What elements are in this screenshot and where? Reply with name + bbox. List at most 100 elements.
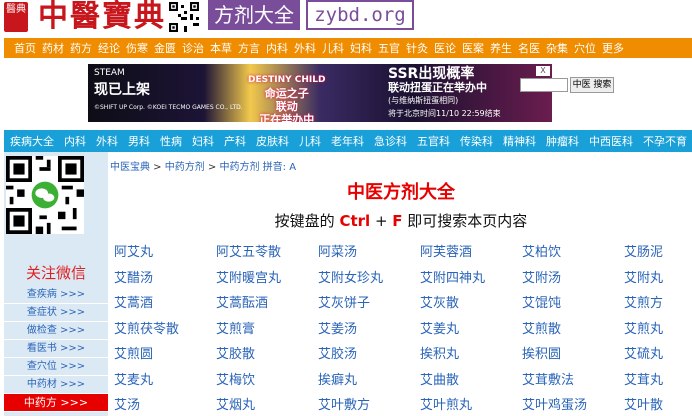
sidebar-link[interactable]: 查疾病 >>> <box>4 286 108 304</box>
top-nav-item[interactable]: 五官 <box>378 40 400 56</box>
formula-link[interactable]: 艾姜汤 <box>318 319 420 345</box>
breadcrumb-item[interactable]: 中药方剂 <box>165 162 205 173</box>
formula-link[interactable]: 艾胶散 <box>216 344 318 370</box>
formula-link[interactable]: 艾叶散 <box>624 395 692 416</box>
category-nav-item[interactable]: 儿科 <box>299 133 321 149</box>
breadcrumb-item[interactable]: 中药方剂 拼音: A <box>220 162 297 173</box>
top-nav-item[interactable]: 金匮 <box>154 40 176 56</box>
category-nav-item[interactable]: 精神科 <box>503 133 536 149</box>
formula-link[interactable]: 艾煎丸 <box>624 319 692 345</box>
sidebar-link[interactable]: 查症状 >>> <box>4 304 108 322</box>
top-nav-item[interactable]: 内科 <box>266 40 288 56</box>
ad-banner[interactable]: STEAM 现已上架 ©SHIFT UP Corp. ©KOEI TECMO G… <box>88 64 552 122</box>
formula-link[interactable]: 艾汤 <box>114 395 216 416</box>
formula-link[interactable]: 艾煎圆 <box>114 344 216 370</box>
top-nav-item[interactable]: 针灸 <box>406 40 428 56</box>
top-nav-item[interactable]: 药方 <box>70 40 92 56</box>
formula-link[interactable]: 艾附四神丸 <box>420 268 522 294</box>
formula-link[interactable]: 艾肠泥 <box>624 242 692 268</box>
category-nav-item[interactable]: 皮肤科 <box>256 133 289 149</box>
top-nav-item[interactable]: 本草 <box>210 40 232 56</box>
formula-link[interactable]: 挨积丸 <box>420 344 522 370</box>
formula-link[interactable]: 艾煎茯苓散 <box>114 319 216 345</box>
top-nav-item[interactable]: 医论 <box>434 40 456 56</box>
top-nav-item[interactable]: 养生 <box>490 40 512 56</box>
formula-link[interactable]: 艾烟丸 <box>216 395 318 416</box>
top-nav-item[interactable]: 方言 <box>238 40 260 56</box>
formula-link[interactable]: 艾梅饮 <box>216 370 318 396</box>
category-nav-item[interactable]: 急诊科 <box>374 133 407 149</box>
formula-link[interactable]: 艾灰散 <box>420 293 522 319</box>
formula-link[interactable]: 艾蒿酝酒 <box>216 293 318 319</box>
formula-link[interactable]: 艾灰饼子 <box>318 293 420 319</box>
sidebar-link[interactable]: 做检查 >>> <box>4 322 108 340</box>
search-button[interactable]: 中医 搜索 <box>570 77 614 93</box>
formula-link[interactable]: 艾叶鸡蛋汤 <box>522 395 624 416</box>
category-nav-item[interactable]: 肿瘤科 <box>546 133 579 149</box>
top-nav-item[interactable]: 名医 <box>518 40 540 56</box>
category-nav-item[interactable]: 五官科 <box>417 133 450 149</box>
ad-close-icon[interactable]: X <box>536 66 550 76</box>
formula-link[interactable]: 艾醋汤 <box>114 268 216 294</box>
formula-link[interactable]: 艾麦丸 <box>114 370 216 396</box>
brand-title[interactable]: 中醫寶典 <box>38 0 166 34</box>
sidebar-link[interactable]: 查穴位 >>> <box>4 358 108 376</box>
category-nav-item[interactable]: 老年科 <box>331 133 364 149</box>
formula-link[interactable]: 阿菜汤 <box>318 242 420 268</box>
category-nav-item[interactable]: 性病 <box>160 133 182 149</box>
formula-link[interactable]: 艾柏饮 <box>522 242 624 268</box>
formula-link[interactable]: 艾蒿酒 <box>114 293 216 319</box>
formula-link[interactable]: 挨癖丸 <box>318 370 420 396</box>
formula-link[interactable]: 艾叶煎丸 <box>420 395 522 416</box>
top-nav-item[interactable]: 更多 <box>602 40 624 56</box>
breadcrumb-item[interactable]: 中医宝典 <box>110 162 150 173</box>
ad-right: SSR出现概率 联动扭蛋正在举办中 (与维纳斯扭蛋相同) 将于北京时间11/10… <box>388 67 501 120</box>
ad-left: STEAM 现已上架 ©SHIFT UP Corp. ©KOEI TECMO G… <box>94 68 243 113</box>
category-nav-item[interactable]: 传染科 <box>460 133 493 149</box>
top-nav-item[interactable]: 穴位 <box>574 40 596 56</box>
formula-link[interactable]: 艾煎散 <box>522 319 624 345</box>
top-nav-item[interactable]: 经论 <box>98 40 120 56</box>
formula-link[interactable]: 艾胶汤 <box>318 344 420 370</box>
category-nav-item[interactable]: 中西医科 <box>589 133 633 149</box>
site-domain: zybd.org <box>306 0 414 30</box>
formula-link[interactable]: 艾附暖宫丸 <box>216 268 318 294</box>
category-nav-item[interactable]: 不孕不育 <box>643 133 687 149</box>
top-nav-item[interactable]: 首页 <box>14 40 36 56</box>
formula-link[interactable]: 艾附汤 <box>522 268 624 294</box>
formula-link[interactable]: 挨积圆 <box>522 344 624 370</box>
formula-link[interactable]: 艾馄饨 <box>522 293 624 319</box>
formula-link[interactable]: 阿芙蓉酒 <box>420 242 522 268</box>
top-nav-item[interactable]: 伤寒 <box>126 40 148 56</box>
formula-link[interactable]: 艾茸丸 <box>624 370 692 396</box>
formula-link[interactable]: 阿艾五苓散 <box>216 242 318 268</box>
formula-link[interactable]: 艾姜丸 <box>420 319 522 345</box>
top-nav-item[interactable]: 诊治 <box>182 40 204 56</box>
top-nav-item[interactable]: 药材 <box>42 40 64 56</box>
formula-link[interactable]: 艾煎方 <box>624 293 692 319</box>
category-nav-item[interactable]: 内科 <box>64 133 86 149</box>
category-nav-item[interactable]: 产科 <box>224 133 246 149</box>
formula-link[interactable]: 艾煎膏 <box>216 319 318 345</box>
search-input[interactable] <box>520 78 568 92</box>
site-logo[interactable]: 醫典 <box>4 2 28 32</box>
formula-link[interactable]: 艾茸敷法 <box>522 370 624 396</box>
sidebar-link[interactable]: 中药材 >>> <box>4 376 108 394</box>
top-nav-item[interactable]: 医案 <box>462 40 484 56</box>
formula-link[interactable]: 阿艾丸 <box>114 242 216 268</box>
sidebar-link[interactable]: 中药方 >>> <box>4 394 108 412</box>
category-nav-item[interactable]: 外科 <box>96 133 118 149</box>
category-nav-item[interactable]: 男科 <box>128 133 150 149</box>
formula-link[interactable]: 艾曲散 <box>420 370 522 396</box>
top-nav-item[interactable]: 儿科 <box>322 40 344 56</box>
sidebar-link[interactable]: 看医书 >>> <box>4 340 108 358</box>
category-nav-item[interactable]: 妇科 <box>192 133 214 149</box>
formula-link[interactable]: 艾附丸 <box>624 268 692 294</box>
formula-link[interactable]: 艾叶敷方 <box>318 395 420 416</box>
top-nav-item[interactable]: 外科 <box>294 40 316 56</box>
category-nav-item[interactable]: 疾病大全 <box>10 133 54 149</box>
formula-link[interactable]: 艾硫丸 <box>624 344 692 370</box>
top-nav-item[interactable]: 妇科 <box>350 40 372 56</box>
top-nav-item[interactable]: 杂集 <box>546 40 568 56</box>
formula-link[interactable]: 艾附女珍丸 <box>318 268 420 294</box>
